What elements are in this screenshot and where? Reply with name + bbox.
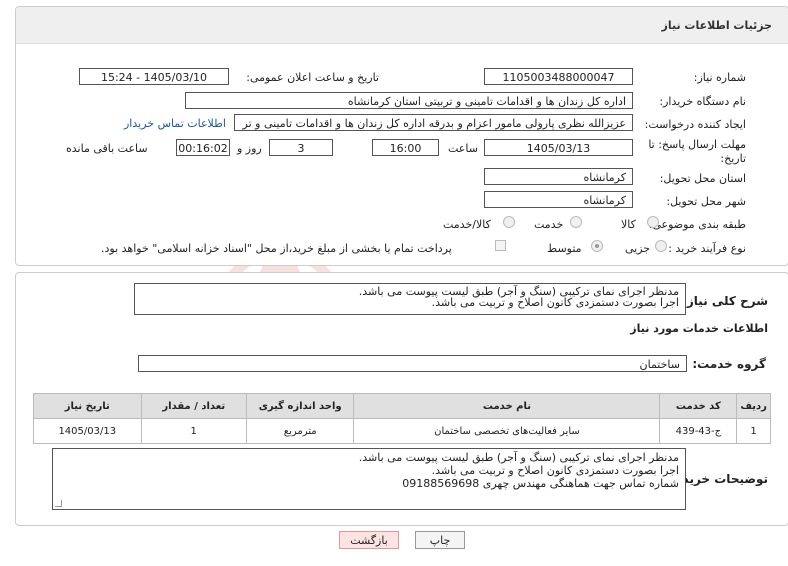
deadline-label: مهلت ارسال پاسخ: تا تاریخ: xyxy=(648,138,746,165)
time-label: ساعت xyxy=(448,142,478,155)
col-service-name: نام خدمت xyxy=(353,393,661,419)
cell-need-date: 1405/03/13 xyxy=(33,418,142,444)
creator-field: عزیزالله نظری پارولی مامور اعزام و بدرقه… xyxy=(234,114,633,131)
col-need-date: تاریخ نیاز xyxy=(33,393,142,419)
print-button[interactable]: چاپ xyxy=(415,531,465,549)
deadline-time-field: 16:00 xyxy=(372,139,439,156)
creator-label: ایجاد کننده درخواست: xyxy=(644,118,746,131)
cell-unit: مترمربع xyxy=(245,418,355,444)
deadline-date-field: 1405/03/13 xyxy=(484,139,633,156)
city-label: شهر محل تحویل: xyxy=(666,195,746,208)
province-label: استان محل تحویل: xyxy=(659,172,746,185)
table-row: 1 ج-43-439 سایر فعالیت‌های تخصصی ساختمان… xyxy=(33,418,771,444)
treasury-note: پرداخت تمام یا بخشی از مبلغ خرید،از محل … xyxy=(101,242,452,255)
announce-datetime-field: 1405/03/10 - 15:24 xyxy=(79,68,229,85)
category-option-goods-service: کالا/خدمت xyxy=(443,218,491,231)
category-radio-goods-service[interactable] xyxy=(503,216,515,228)
treasury-checkbox[interactable] xyxy=(495,240,506,251)
services-table: ردیف کد خدمت نام خدمت واحد اندازه گیری ت… xyxy=(33,393,771,444)
col-row-number: ردیف xyxy=(736,393,771,419)
remaining-time-field: 00:16:02 xyxy=(176,139,230,156)
need-number-label: شماره نیاز: xyxy=(693,71,746,84)
services-section-title: اطلاعات خدمات مورد نیاز xyxy=(630,322,768,335)
category-radio-goods[interactable] xyxy=(647,216,659,228)
days-label: روز و xyxy=(237,142,262,155)
days-field: 3 xyxy=(269,139,333,156)
buyer-org-field: اداره کل زندان ها و اقدامات تامینی و ترب… xyxy=(185,92,633,109)
province-field: کرمانشاه xyxy=(484,168,633,185)
cell-service-code: ج-43-439 xyxy=(659,418,738,444)
category-radio-service[interactable] xyxy=(570,216,582,228)
process-radio-minor[interactable] xyxy=(655,240,667,252)
buyer-org-label: نام دستگاه خریدار: xyxy=(659,95,746,108)
cell-row-number: 1 xyxy=(736,418,771,444)
service-group-field: ساختمان xyxy=(138,355,687,372)
process-option-medium: متوسط xyxy=(547,242,582,255)
cell-service-name: سایر فعالیت‌های تخصصی ساختمان xyxy=(353,418,661,444)
remaining-label: ساعت باقی مانده xyxy=(66,142,148,155)
buyer-notes-textarea[interactable]: مدنظر اجرای نمای ترکیبی (سنگ و آجر) طبق … xyxy=(52,448,686,510)
back-button[interactable]: بازگشت xyxy=(339,531,399,549)
city-field: کرمانشاه xyxy=(484,191,633,208)
col-quantity: تعداد / مقدار xyxy=(140,393,247,419)
process-radio-medium[interactable] xyxy=(591,240,603,252)
category-option-service: خدمت xyxy=(534,218,564,231)
announce-label: تاریخ و ساعت اعلان عمومی: xyxy=(246,71,379,84)
col-service-code: کد خدمت xyxy=(659,393,738,419)
service-group-label: گروه خدمت: xyxy=(692,357,766,371)
resize-grip-icon[interactable] xyxy=(55,500,62,507)
panel-header: جزئیات اطلاعات نیاز xyxy=(16,7,788,44)
page-title: جزئیات اطلاعات نیاز xyxy=(661,19,773,32)
process-label: نوع فرآیند خرید : xyxy=(668,242,746,255)
description-textarea[interactable]: مدنظر اجرای نمای ترکیبی (سنگ و آجر) طبق … xyxy=(134,283,686,315)
process-option-minor: جزیی xyxy=(625,242,651,255)
category-label: طبقه بندی موضوعی: xyxy=(648,218,746,231)
category-option-goods: کالا xyxy=(621,218,636,231)
table-header-row: ردیف کد خدمت نام خدمت واحد اندازه گیری ت… xyxy=(33,393,771,419)
buyer-contact-link[interactable]: اطلاعات تماس خریدار xyxy=(124,117,226,130)
need-number-field: 1105003488000047 xyxy=(484,68,633,85)
description-label: شرح کلی نیاز: xyxy=(682,294,768,308)
col-unit: واحد اندازه گیری xyxy=(245,393,355,419)
cell-quantity: 1 xyxy=(140,418,247,444)
